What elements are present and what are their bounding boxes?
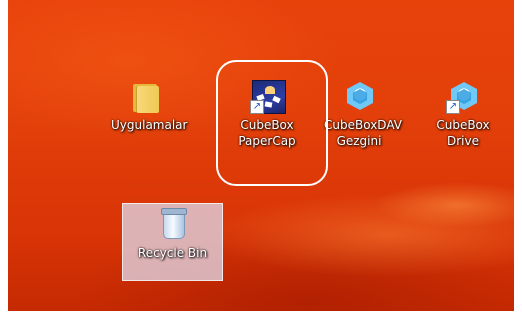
- recycle-bin-icon: [156, 208, 190, 242]
- cubebox-icon: ↗: [446, 80, 480, 114]
- desktop: Uygulamalar ↗ CubeBox PaperCap CubeBoxDA…: [8, 0, 514, 311]
- desktop-icon-label-line1: CubeBoxDAV: [324, 118, 402, 132]
- shortcut-arrow-icon: ↗: [446, 100, 460, 114]
- cubebox-icon: [342, 80, 376, 114]
- desktop-icon-label: Uygulamalar: [111, 118, 188, 132]
- folder-icon: [129, 80, 163, 114]
- desktop-icon-label-line1: CubeBox: [436, 118, 490, 132]
- desktop-icon-uygulamalar[interactable]: Uygulamalar: [111, 80, 188, 133]
- desktop-icon-recycle-bin[interactable]: Recycle Bin: [122, 203, 223, 281]
- desktop-icon-label: Recycle Bin: [137, 246, 208, 260]
- desktop-icon-cubeboxdav-gezgini[interactable]: CubeBoxDAV Gezgini: [324, 80, 402, 149]
- desktop-icon-label-line2: Gezgini: [336, 134, 382, 148]
- highlight-ring: [216, 60, 328, 186]
- desktop-icon-cubebox-drive[interactable]: ↗ CubeBox Drive: [428, 80, 498, 149]
- desktop-icon-label-line2: Drive: [447, 134, 479, 148]
